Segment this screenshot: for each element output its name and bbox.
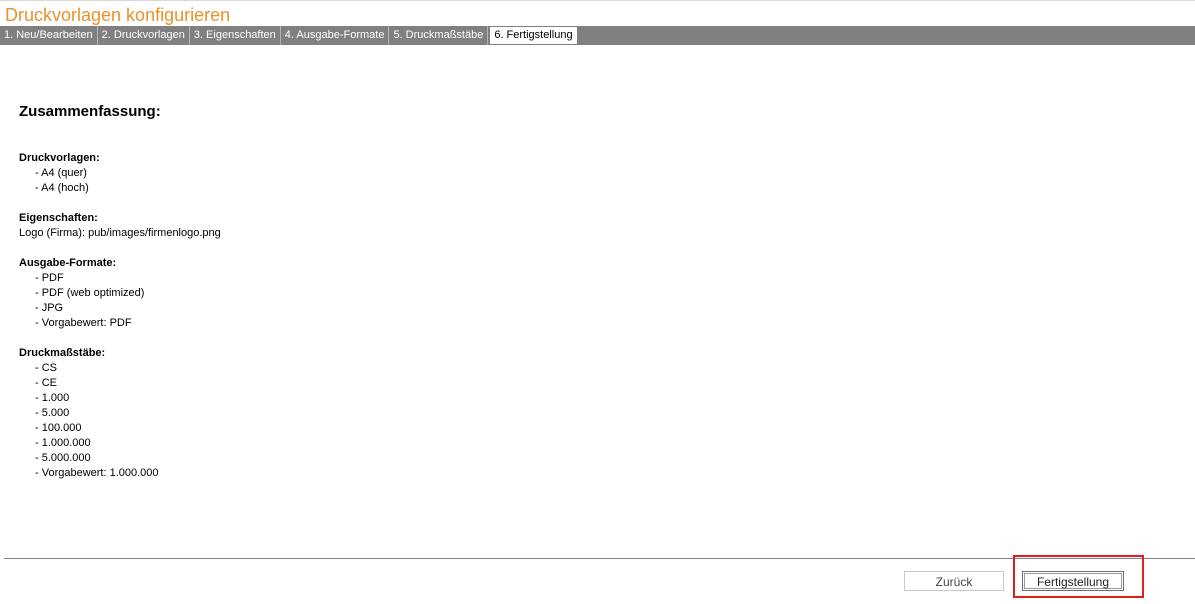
property-line-logo: Logo (Firma): pub/images/firmenlogo.png [19, 227, 221, 239]
window-title: Druckvorlagen konfigurieren [5, 5, 231, 25]
list-item: - 100.000 [35, 422, 82, 434]
summary-heading: Zusammenfassung: [19, 103, 161, 120]
section-title-druckmassstaebe: Druckmaßstäbe: [19, 347, 106, 359]
list-item: - JPG [35, 302, 64, 314]
top-border [0, 0, 1195, 1]
list-item: - 1.000.000 [35, 437, 91, 449]
section-title-druckvorlagen: Druckvorlagen: [19, 152, 100, 164]
tab-eigenschaften[interactable]: 3. Eigenschaften [190, 26, 281, 45]
summary-panel: Zusammenfassung: Druckvorlagen: - A4 (qu… [19, 103, 1169, 481]
tab-druckmassstaebe[interactable]: 5. Druckmaßstäbe [389, 26, 489, 45]
footer-divider [4, 558, 1195, 559]
wizard-steps-bar: 1. Neu/Bearbeiten 2. Druckvorlagen 3. Ei… [0, 26, 1195, 45]
tab-ausgabe-formate[interactable]: 4. Ausgabe-Formate [281, 26, 390, 45]
list-item: - Vorgabewert: PDF [35, 317, 132, 329]
list-item: - CS [35, 362, 57, 374]
list-item: - PDF [35, 272, 64, 284]
list-item: - PDF (web optimized) [35, 287, 145, 299]
list-item: - 5.000.000 [35, 452, 91, 464]
list-item: - A4 (hoch) [35, 182, 89, 194]
list-item: - Vorgabewert: 1.000.000 [35, 467, 159, 479]
tab-neu-bearbeiten[interactable]: 1. Neu/Bearbeiten [0, 26, 98, 45]
section-title-eigenschaften: Eigenschaften: [19, 212, 98, 224]
finish-button[interactable]: Fertigstellung [1022, 571, 1124, 591]
back-button[interactable]: Zurück [904, 571, 1004, 591]
list-item: - 1.000 [35, 392, 70, 404]
tab-druckvorlagen[interactable]: 2. Druckvorlagen [98, 26, 190, 45]
list-item: - 5.000 [35, 407, 70, 419]
tab-fertigstellung[interactable]: 6. Fertigstellung [489, 26, 578, 45]
list-item: - CE [35, 377, 57, 389]
section-title-ausgabe-formate: Ausgabe-Formate: [19, 257, 117, 269]
wizard-window: Druckvorlagen konfigurieren 1. Neu/Bearb… [0, 0, 1195, 604]
list-item: - A4 (quer) [35, 167, 87, 179]
